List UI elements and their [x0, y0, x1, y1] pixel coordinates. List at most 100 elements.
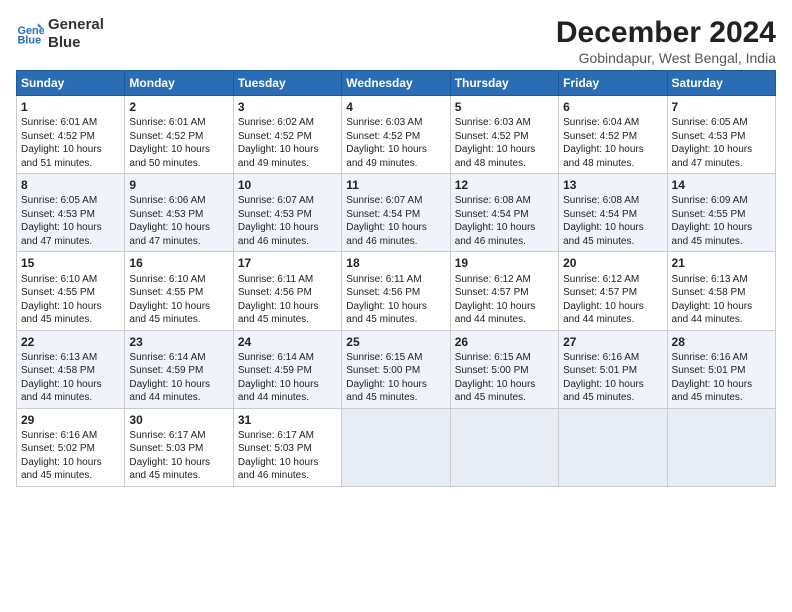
day-info-line: and 44 minutes. [455, 313, 554, 327]
day-info-line: Daylight: 10 hours [21, 300, 120, 314]
day-number: 14 [672, 177, 771, 193]
day-info-line: Sunrise: 6:10 AM [129, 273, 228, 287]
day-info-line: Sunrise: 6:01 AM [129, 116, 228, 130]
day-info-line: Sunset: 4:55 PM [672, 208, 771, 222]
day-info-line: Daylight: 10 hours [21, 378, 120, 392]
calendar-week-row: 1Sunrise: 6:01 AMSunset: 4:52 PMDaylight… [17, 96, 776, 174]
day-info-line: and 45 minutes. [672, 235, 771, 249]
day-info-line: Daylight: 10 hours [346, 143, 445, 157]
day-info-line: Sunset: 4:53 PM [129, 208, 228, 222]
day-info-line: Sunset: 5:03 PM [238, 442, 337, 456]
calendar-day-cell: 14Sunrise: 6:09 AMSunset: 4:55 PMDayligh… [667, 174, 775, 252]
calendar-day-cell: 22Sunrise: 6:13 AMSunset: 4:58 PMDayligh… [17, 330, 125, 408]
day-info-line: Daylight: 10 hours [672, 143, 771, 157]
day-info-line: Daylight: 10 hours [455, 143, 554, 157]
day-info-line: and 47 minutes. [672, 157, 771, 171]
day-info-line: and 50 minutes. [129, 157, 228, 171]
day-info-line: Sunrise: 6:08 AM [563, 194, 662, 208]
day-number: 7 [672, 99, 771, 115]
day-info-line: Daylight: 10 hours [563, 221, 662, 235]
page-header: General Blue General Blue December 2024 … [16, 16, 776, 66]
day-info-line: Sunrise: 6:07 AM [346, 194, 445, 208]
day-info-line: and 45 minutes. [455, 391, 554, 405]
day-info-line: and 44 minutes. [672, 313, 771, 327]
day-info-line: Sunset: 5:02 PM [21, 442, 120, 456]
day-info-line: Sunrise: 6:17 AM [129, 429, 228, 443]
day-info-line: Daylight: 10 hours [238, 456, 337, 470]
day-info-line: Sunset: 5:00 PM [455, 364, 554, 378]
day-number: 11 [346, 177, 445, 193]
day-info-line: Sunrise: 6:13 AM [672, 273, 771, 287]
day-info-line: and 45 minutes. [346, 391, 445, 405]
calendar-header-row: SundayMondayTuesdayWednesdayThursdayFrid… [17, 71, 776, 96]
header-wednesday: Wednesday [342, 71, 450, 96]
day-info-line: and 46 minutes. [238, 469, 337, 483]
day-info-line: Sunrise: 6:11 AM [238, 273, 337, 287]
day-info-line: Daylight: 10 hours [129, 143, 228, 157]
empty-cell [450, 408, 558, 486]
day-info-line: Daylight: 10 hours [129, 378, 228, 392]
calendar-day-cell: 11Sunrise: 6:07 AMSunset: 4:54 PMDayligh… [342, 174, 450, 252]
calendar-day-cell: 19 Sunrise: 6:12 AMSunset: 4:57 PMDayligh… [450, 252, 558, 330]
day-info-line: Sunset: 4:55 PM [129, 286, 228, 300]
day-info-line: Daylight: 10 hours [346, 300, 445, 314]
day-info-line: Sunset: 4:59 PM [238, 364, 337, 378]
day-info-line: and 45 minutes. [563, 235, 662, 249]
day-info-line: Daylight: 10 hours [21, 456, 120, 470]
day-info-line: and 46 minutes. [455, 235, 554, 249]
calendar-day-cell: 9Sunrise: 6:06 AMSunset: 4:53 PMDaylight… [125, 174, 233, 252]
day-info-line: and 45 minutes. [563, 391, 662, 405]
day-info-line: and 45 minutes. [129, 469, 228, 483]
day-info-line: Sunset: 4:59 PM [129, 364, 228, 378]
day-info-line: Sunrise: 6:16 AM [672, 351, 771, 365]
day-number: 2 [129, 99, 228, 115]
day-info-line: Daylight: 10 hours [672, 378, 771, 392]
day-info-line: Sunrise: 6:06 AM [129, 194, 228, 208]
day-number: 22 [21, 334, 120, 350]
day-info-line: Sunset: 5:03 PM [129, 442, 228, 456]
day-info-line: Sunrise: 6:12 AM [455, 273, 554, 287]
calendar-day-cell: 25Sunrise: 6:15 AMSunset: 5:00 PMDayligh… [342, 330, 450, 408]
day-number: 10 [238, 177, 337, 193]
calendar-day-cell: 29Sunrise: 6:16 AMSunset: 5:02 PMDayligh… [17, 408, 125, 486]
day-info-line: Daylight: 10 hours [563, 378, 662, 392]
day-info-line: and 46 minutes. [238, 235, 337, 249]
header-saturday: Saturday [667, 71, 775, 96]
day-number: 13 [563, 177, 662, 193]
calendar-day-cell: 24Sunrise: 6:14 AMSunset: 4:59 PMDayligh… [233, 330, 341, 408]
day-info-line: and 48 minutes. [563, 157, 662, 171]
day-info-line: Sunrise: 6:01 AM [21, 116, 120, 130]
calendar-day-cell: 4Sunrise: 6:03 AMSunset: 4:52 PMDaylight… [342, 96, 450, 174]
day-info-line: and 48 minutes. [455, 157, 554, 171]
calendar-day-cell: 20Sunrise: 6:12 AMSunset: 4:57 PMDayligh… [559, 252, 667, 330]
calendar-day-cell: 18Sunrise: 6:11 AMSunset: 4:56 PMDayligh… [342, 252, 450, 330]
day-info-line: Daylight: 10 hours [238, 143, 337, 157]
day-info-line: Sunrise: 6:12 AM [563, 273, 662, 287]
day-info-line: and 44 minutes. [21, 391, 120, 405]
header-sunday: Sunday [17, 71, 125, 96]
day-info-line: Sunset: 4:53 PM [21, 208, 120, 222]
day-info-line: Sunset: 5:01 PM [563, 364, 662, 378]
day-number: 19 [455, 255, 554, 271]
day-number: 9 [129, 177, 228, 193]
day-number: 18 [346, 255, 445, 271]
day-info-line: and 45 minutes. [21, 313, 120, 327]
day-info-line: Sunset: 4:57 PM [455, 286, 554, 300]
title-block: December 2024 Gobindapur, West Bengal, I… [556, 16, 776, 66]
calendar-week-row: 15Sunrise: 6:10 AMSunset: 4:55 PMDayligh… [17, 252, 776, 330]
calendar-day-cell: 3Sunrise: 6:02 AMSunset: 4:52 PMDaylight… [233, 96, 341, 174]
day-number: 30 [129, 412, 228, 428]
day-info-line: Daylight: 10 hours [455, 221, 554, 235]
day-info-line: Daylight: 10 hours [455, 378, 554, 392]
day-info-line: Sunset: 4:58 PM [672, 286, 771, 300]
calendar-week-row: 8Sunrise: 6:05 AMSunset: 4:53 PMDaylight… [17, 174, 776, 252]
day-info-line: Sunset: 4:53 PM [238, 208, 337, 222]
day-info-line: Sunrise: 6:14 AM [238, 351, 337, 365]
calendar-day-cell: 10Sunrise: 6:07 AMSunset: 4:53 PMDayligh… [233, 174, 341, 252]
day-info-line: Sunset: 4:52 PM [346, 130, 445, 144]
day-info-line: Daylight: 10 hours [129, 300, 228, 314]
day-info-line: Daylight: 10 hours [346, 378, 445, 392]
day-info-line: Daylight: 10 hours [455, 300, 554, 314]
day-info-line: and 45 minutes. [672, 391, 771, 405]
day-info-line: and 45 minutes. [129, 313, 228, 327]
